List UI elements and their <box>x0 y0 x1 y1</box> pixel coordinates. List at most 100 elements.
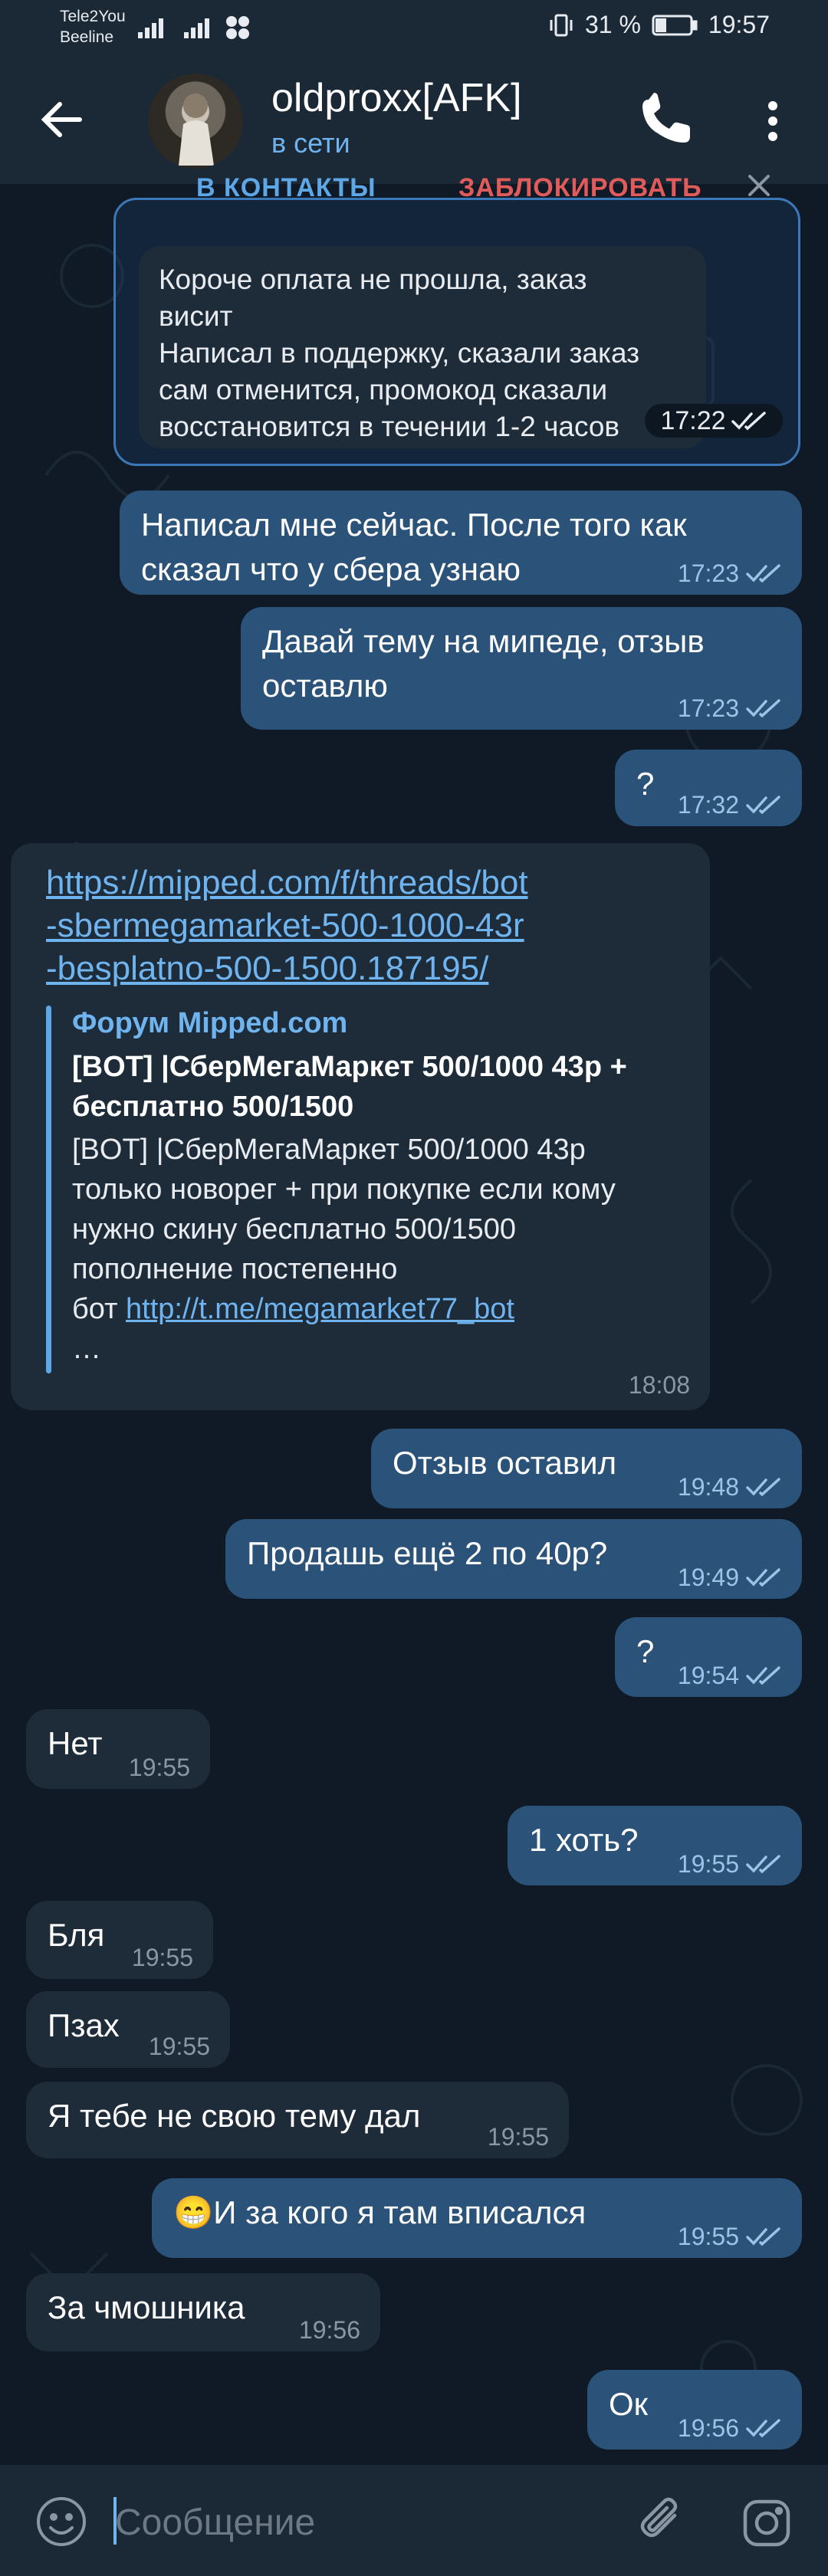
message-text: За чмошника <box>48 2289 245 2325</box>
message-text: Бля <box>48 1917 105 1953</box>
battery-percent: 31 % <box>584 11 641 38</box>
signal-icon <box>138 18 209 38</box>
clock: 19:57 <box>708 11 770 38</box>
message-time: 17:23 <box>677 560 739 587</box>
incoming-message[interactable]: За чмошника 19:56 <box>26 2273 380 2351</box>
status-right: 31 % 19:57 <box>548 11 770 39</box>
message-text: 😁И за кого я там вписался <box>173 2194 586 2230</box>
chat-header: oldproxx[AFK] в сети <box>0 55 828 184</box>
outgoing-message[interactable]: Отзыв оставил 19:48 <box>371 1429 802 1508</box>
carrier-names: Tele2You Beeline <box>60 6 126 48</box>
message-time: 19:55 <box>148 2033 210 2060</box>
outgoing-message[interactable]: ? 17:32 <box>615 750 802 826</box>
outgoing-message[interactable]: 😁И за кого я там вписался 19:55 <box>152 2178 802 2258</box>
message-time: 19:48 <box>677 1473 739 1501</box>
preview-ellipsis: … <box>72 1333 101 1365</box>
contact-action-bar: В КОНТАКТЫ ЗАБЛОКИРОВАТЬ <box>115 166 790 204</box>
carrier-2: Beeline <box>60 28 114 46</box>
message-text: Продашь ещё 2 по 40р? <box>247 1535 608 1571</box>
message-time-badge: 17:22 <box>645 404 783 438</box>
message-meta: 19:49 <box>678 1562 782 1593</box>
more-vertical-icon[interactable] <box>750 92 796 150</box>
link-preview-site: Форум Mipped.com <box>72 1007 348 1039</box>
message-meta: 19:55 <box>129 1752 190 1783</box>
double-check-icon <box>746 1568 780 1587</box>
double-check-icon <box>746 564 780 583</box>
message-time: 18:08 <box>628 1371 690 1399</box>
add-to-contacts-button[interactable]: В КОНТАКТЫ <box>196 173 376 203</box>
message-time: 19:55 <box>128 1754 190 1781</box>
message-meta: 19:55 <box>488 2122 549 2152</box>
message-time: 19:56 <box>677 2414 739 2442</box>
contact-name[interactable]: oldproxx[AFK] <box>271 75 522 121</box>
outgoing-message[interactable]: Написал мне сейчас. После того как сказа… <box>120 491 802 595</box>
block-button[interactable]: ЗАБЛОКИРОВАТЬ <box>458 173 702 203</box>
highlighted-message[interactable]: Короче оплата не прошла, заказ висит Нап… <box>113 198 800 466</box>
emoji-icon[interactable] <box>34 2494 89 2549</box>
message-meta: 19:54 <box>678 1660 782 1691</box>
battery-icon <box>652 15 698 35</box>
double-check-icon <box>746 2419 780 2438</box>
message-text: Давай тему на мипеде, отзыв оставлю <box>262 623 705 704</box>
link-preview-title: [BOT] |СберМегаМаркет 500/1000 43р + бес… <box>72 1051 627 1123</box>
status-bar: Tele2You Beeline 31 % 19:57 <box>0 0 828 55</box>
message-text: 1 хоть? <box>529 1822 639 1858</box>
incoming-message[interactable]: Я тебе не свою тему дал 19:55 <box>26 2082 569 2158</box>
message-time: 19:55 <box>131 1944 193 1971</box>
message-meta: 19:48 <box>678 1472 782 1502</box>
back-arrow-icon[interactable] <box>34 90 92 149</box>
message-time: 19:56 <box>298 2316 360 2344</box>
message-composer <box>0 2465 828 2576</box>
incoming-link-message[interactable]: https://mipped.com/f/threads/bot -sberme… <box>11 843 710 1410</box>
message-time: 19:54 <box>677 1662 739 1689</box>
outgoing-message[interactable]: Продашь ещё 2 по 40р? 19:49 <box>225 1519 802 1599</box>
message-text: Нет <box>48 1725 103 1761</box>
incoming-message[interactable]: Нет 19:55 <box>26 1709 210 1789</box>
bot-link[interactable]: http://t.me/megamarket77_bot <box>126 1293 514 1325</box>
message-meta: 19:56 <box>678 2413 782 2443</box>
app-notification-icon <box>226 16 249 39</box>
message-link[interactable]: https://mipped.com/f/threads/bot -sberme… <box>46 861 528 990</box>
outgoing-message[interactable]: ? 19:54 <box>615 1617 802 1697</box>
carrier-1: Tele2You <box>60 8 126 25</box>
double-check-icon <box>746 1855 780 1874</box>
outgoing-message[interactable]: Ок 19:56 <box>587 2370 802 2450</box>
incoming-message[interactable]: Пзах 19:55 <box>26 1991 230 2068</box>
outgoing-message[interactable]: Давай тему на мипеде, отзыв оставлю 17:2… <box>241 607 802 730</box>
message-meta: 17:23 <box>678 693 782 724</box>
message-meta: 19:56 <box>299 2315 360 2345</box>
message-text: Написал мне сейчас. После того как сказа… <box>141 507 687 587</box>
close-icon[interactable] <box>744 170 774 201</box>
message-time: 17:32 <box>677 791 739 819</box>
message-text: ? <box>636 1633 655 1669</box>
message-meta: 19:55 <box>678 2221 782 2252</box>
message-meta: 19:55 <box>132 1942 193 1973</box>
message-meta: 17:32 <box>678 789 782 820</box>
message-text: ? <box>636 766 655 802</box>
double-check-icon <box>731 412 766 431</box>
double-check-icon <box>746 1478 780 1497</box>
double-check-icon <box>746 2227 780 2246</box>
outgoing-message[interactable]: 1 хоть? 19:55 <box>508 1806 802 1885</box>
avatar[interactable] <box>148 74 243 169</box>
paperclip-icon[interactable] <box>633 2492 692 2551</box>
preview-accent-bar <box>46 1006 51 1373</box>
link-preview-description: [BOT] |СберМегаМаркет 500/1000 43р тольк… <box>72 1130 616 1369</box>
phone-icon[interactable] <box>633 92 692 150</box>
camera-icon[interactable] <box>739 2496 794 2551</box>
message-time: 17:22 <box>660 406 726 435</box>
message-text: Короче оплата не прошла, заказ висит Нап… <box>159 264 640 442</box>
message-meta: 17:23 <box>678 558 782 589</box>
message-text: Отзыв оставил <box>393 1445 617 1481</box>
incoming-message[interactable]: Бля 19:55 <box>26 1901 213 1979</box>
online-status: в сети <box>271 127 350 159</box>
double-check-icon <box>746 796 780 815</box>
message-time: 19:55 <box>677 2223 739 2250</box>
message-input[interactable] <box>113 2492 607 2552</box>
message-meta: 19:55 <box>678 1849 782 1879</box>
message-text: Я тебе не свою тему дал <box>48 2098 421 2134</box>
message-time: 17:23 <box>677 694 739 722</box>
message-time: 19:49 <box>677 1564 739 1591</box>
message-bubble: Короче оплата не прошла, заказ висит Нап… <box>139 246 706 448</box>
double-check-icon <box>746 1666 780 1685</box>
